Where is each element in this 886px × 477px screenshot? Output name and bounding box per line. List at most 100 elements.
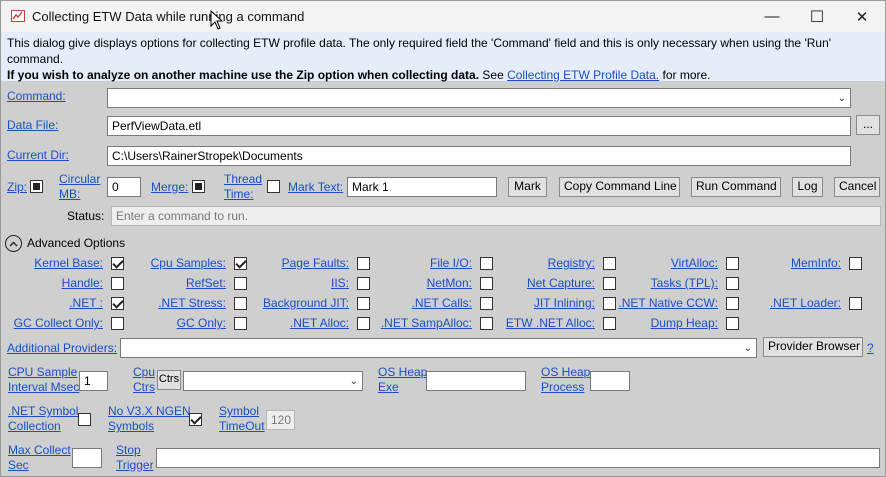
max-collect-sec-input[interactable] <box>72 448 102 468</box>
ctrs-button[interactable]: Ctrs <box>157 370 181 390</box>
zip-checkbox[interactable] <box>30 180 43 193</box>
provider-option-label[interactable]: .NET Stress: <box>158 296 226 310</box>
curdir-input[interactable]: C:\Users\RainerStropek\Documents <box>107 146 851 166</box>
zip-label[interactable]: Zip: <box>7 180 27 194</box>
provider-option-label[interactable]: Tasks (TPL): <box>651 276 718 290</box>
command-label[interactable]: Command: <box>7 89 66 103</box>
provider-option-checkbox[interactable] <box>357 277 370 290</box>
provider-option-label[interactable]: Background JIT: <box>263 296 349 310</box>
run-command-button[interactable]: Run Command <box>691 177 781 197</box>
provider-option-label[interactable]: Handle: <box>62 276 103 290</box>
provider-option-label[interactable]: .NET : <box>69 296 103 310</box>
cpu-sample-interval-label[interactable]: CPU Sample Interval Msec <box>8 365 79 395</box>
no-ngen-symbols-checkbox[interactable] <box>189 413 202 426</box>
provider-option-checkbox[interactable] <box>726 297 739 310</box>
marktext-input[interactable]: Mark 1 <box>347 177 497 197</box>
provider-option-label[interactable]: IIS: <box>331 276 349 290</box>
provider-option-label[interactable]: ETW .NET Alloc: <box>506 316 595 330</box>
provider-option-checkbox[interactable] <box>111 297 124 310</box>
provider-option-label[interactable]: GC Only: <box>177 316 226 330</box>
provider-option-checkbox[interactable] <box>603 257 616 270</box>
provider-option-label[interactable]: MemInfo: <box>791 256 841 270</box>
provider-option-checkbox[interactable] <box>849 257 862 270</box>
symbol-timeout-input[interactable]: 120 <box>266 410 295 430</box>
additional-providers-label[interactable]: Additional Providers: <box>7 341 117 355</box>
browse-button[interactable]: ... <box>856 115 880 135</box>
circular-label[interactable]: Circular MB: <box>59 172 100 202</box>
provider-option-label[interactable]: .NET SampAlloc: <box>381 316 472 330</box>
symbol-timeout-label[interactable]: Symbol TimeOut <box>219 404 265 434</box>
provider-option-checkbox[interactable] <box>480 257 493 270</box>
minimize-button[interactable]: — <box>749 1 795 32</box>
provider-option-checkbox[interactable] <box>111 317 124 330</box>
max-collect-sec-label[interactable]: Max Collect Sec <box>8 443 71 473</box>
provider-option-checkbox[interactable] <box>849 297 862 310</box>
os-heap-process-input[interactable] <box>590 371 630 391</box>
provider-option-label[interactable]: JIT Inlining: <box>534 296 595 310</box>
os-heap-exe-label[interactable]: OS Heap Exe <box>378 365 427 395</box>
provider-option-checkbox[interactable] <box>357 317 370 330</box>
datafile-label[interactable]: Data File: <box>7 118 58 132</box>
cpu-sample-interval-input[interactable]: 1 <box>79 371 108 391</box>
provider-option-label[interactable]: .NET Calls: <box>412 296 472 310</box>
provider-option-label[interactable]: VirtAlloc: <box>671 256 718 270</box>
provider-option-checkbox[interactable] <box>480 297 493 310</box>
command-combobox[interactable]: ⌄ <box>107 88 851 108</box>
provider-option-checkbox[interactable] <box>726 317 739 330</box>
provider-option-label[interactable]: File I/O: <box>430 256 472 270</box>
provider-option-checkbox[interactable] <box>111 257 124 270</box>
stop-trigger-input[interactable] <box>156 448 880 468</box>
no-ngen-symbols-label[interactable]: No V3.X NGEN Symbols <box>108 404 191 434</box>
provider-option-label[interactable]: Page Faults: <box>282 256 349 270</box>
close-button[interactable]: ✕ <box>839 1 885 32</box>
provider-option-label[interactable]: .NET Loader: <box>770 296 841 310</box>
mark-button[interactable]: Mark <box>508 177 547 197</box>
os-heap-process-label[interactable]: OS Heap Process <box>541 365 590 395</box>
log-button[interactable]: Log <box>792 177 823 197</box>
curdir-label[interactable]: Current Dir: <box>7 148 69 162</box>
thread-time-label[interactable]: Thread Time: <box>224 172 262 202</box>
provider-option-checkbox[interactable] <box>234 277 247 290</box>
collecting-etw-link[interactable]: Collecting ETW Profile Data. <box>507 68 659 82</box>
maximize-button[interactable]: ☐ <box>794 1 840 32</box>
provider-option-label[interactable]: .NET Native CCW: <box>618 296 718 310</box>
provider-option-label[interactable]: GC Collect Only: <box>14 316 103 330</box>
provider-option-label[interactable]: .NET Alloc: <box>290 316 349 330</box>
net-symbol-collection-checkbox[interactable] <box>78 413 91 426</box>
provider-option-label[interactable]: Cpu Samples: <box>151 256 226 270</box>
copy-command-line-button[interactable]: Copy Command Line <box>559 177 680 197</box>
merge-checkbox[interactable] <box>192 180 205 193</box>
provider-option-checkbox[interactable] <box>726 257 739 270</box>
provider-option-checkbox[interactable] <box>480 277 493 290</box>
provider-option-checkbox[interactable] <box>357 257 370 270</box>
datafile-input[interactable]: PerfViewData.etl <box>107 116 851 136</box>
help-link[interactable]: ? <box>867 341 874 355</box>
cancel-button[interactable]: Cancel <box>834 177 880 197</box>
merge-label[interactable]: Merge: <box>151 180 188 194</box>
net-symbol-collection-label[interactable]: .NET Symbol Collection <box>8 404 78 434</box>
provider-option-checkbox[interactable] <box>234 317 247 330</box>
os-heap-exe-input[interactable] <box>426 371 526 391</box>
provider-option-checkbox[interactable] <box>480 317 493 330</box>
cpu-ctrs-label[interactable]: Cpu Ctrs <box>133 365 155 395</box>
marktext-label[interactable]: Mark Text: <box>288 180 343 194</box>
provider-option-label[interactable]: RefSet: <box>186 276 226 290</box>
provider-browser-button[interactable]: Provider Browser <box>763 337 863 357</box>
provider-option-label[interactable]: Dump Heap: <box>651 316 718 330</box>
cpu-ctrs-combobox[interactable]: ⌄ <box>183 371 363 391</box>
additional-providers-combobox[interactable]: ⌄ <box>120 338 757 358</box>
provider-option-checkbox[interactable] <box>234 257 247 270</box>
provider-option-label[interactable]: Kernel Base: <box>34 256 103 270</box>
provider-option-checkbox[interactable] <box>357 297 370 310</box>
collapse-chevron-icon[interactable] <box>5 235 22 252</box>
advanced-options-label[interactable]: Advanced Options <box>27 236 125 250</box>
provider-option-checkbox[interactable] <box>111 277 124 290</box>
provider-option-checkbox[interactable] <box>603 297 616 310</box>
provider-option-label[interactable]: Registry: <box>548 256 595 270</box>
provider-option-checkbox[interactable] <box>234 297 247 310</box>
stop-trigger-label[interactable]: Stop Trigger <box>116 443 154 473</box>
provider-option-label[interactable]: Net Capture: <box>527 276 595 290</box>
provider-option-checkbox[interactable] <box>726 277 739 290</box>
thread-time-checkbox[interactable] <box>267 180 280 193</box>
provider-option-checkbox[interactable] <box>603 317 616 330</box>
